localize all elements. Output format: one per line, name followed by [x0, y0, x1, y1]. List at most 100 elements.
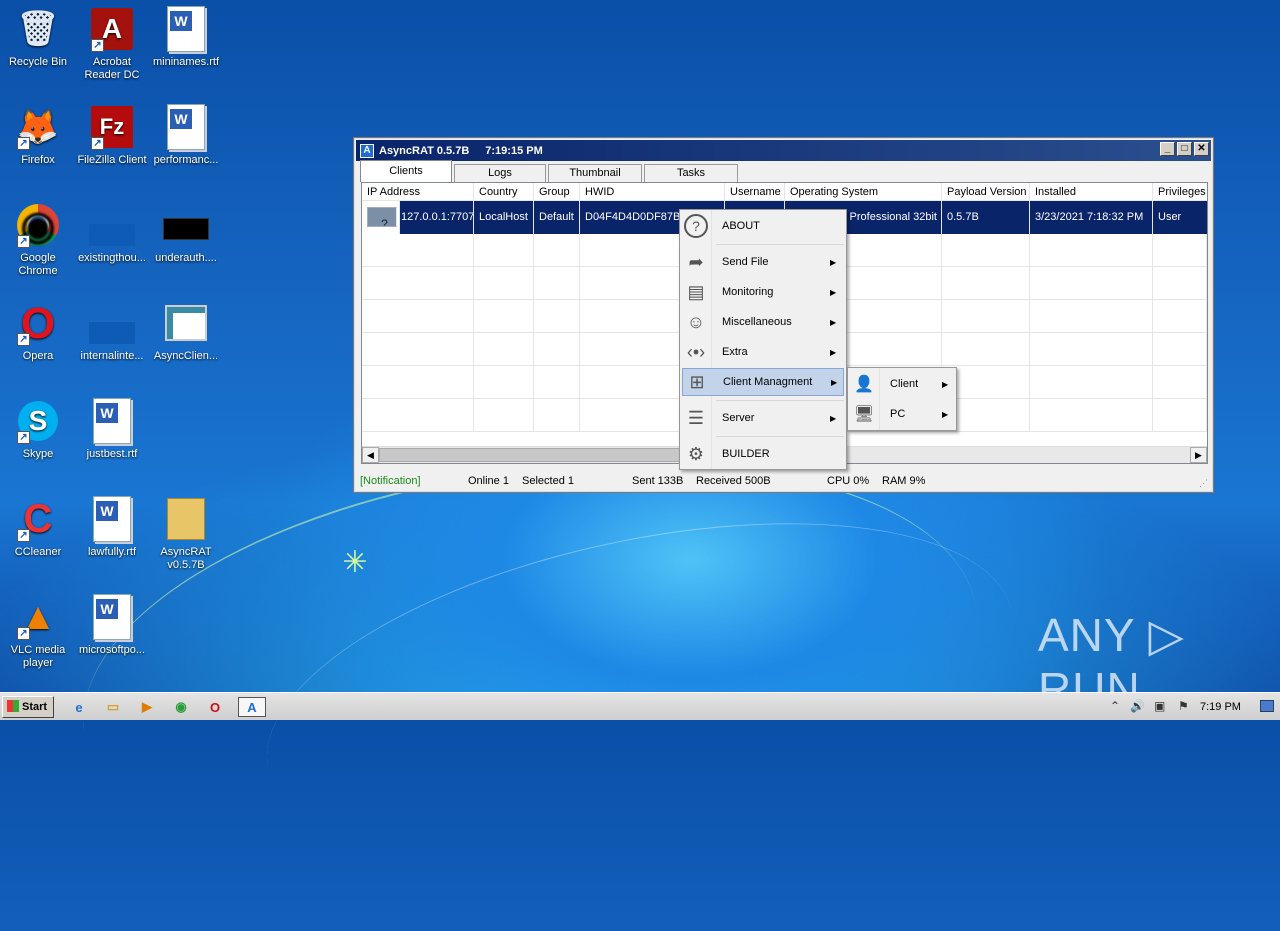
desktop-icon-label: mininames.rtf: [152, 56, 220, 68]
submenu-arrow-icon: ▶: [831, 377, 838, 387]
opera-taskbar-icon[interactable]: O: [204, 697, 226, 717]
desktop-icon[interactable]: C ↗ CCleaner: [0, 496, 76, 559]
column-ip-address[interactable]: IP Address: [362, 183, 474, 200]
network-icon[interactable]: ▣: [1154, 699, 1165, 713]
opera-icon: O ↗: [15, 300, 61, 346]
menu-item-extra[interactable]: ‹•› Extra ▶: [682, 338, 844, 366]
pc-icon: 🖥: [853, 406, 875, 423]
empty-cell: [474, 333, 534, 366]
desktop-icon[interactable]: Fz ↗ FileZilla Client: [74, 104, 150, 167]
action-center-flag-icon[interactable]: ⚑: [1178, 699, 1189, 713]
scroll-right-icon[interactable]: ▶: [1190, 447, 1207, 463]
submenu-arrow-icon: ▶: [942, 409, 949, 419]
desktop-icon-label: existingthou...: [78, 252, 146, 264]
column-privileges[interactable]: Privileges: [1153, 183, 1207, 200]
menu-item-server[interactable]: ☰ Server ▶: [682, 404, 844, 432]
scroll-thumb[interactable]: [379, 448, 699, 462]
desktop-icon[interactable]: ▲ ↗ VLC media player: [0, 594, 76, 670]
desktop-icon[interactable]: 🗑 Recycle Bin: [0, 6, 76, 69]
desktop-icon[interactable]: A ↗ Acrobat Reader DC: [74, 6, 150, 82]
acrobat-icon: A ↗: [89, 6, 135, 52]
windows-logo-icon: [7, 700, 19, 712]
menu-item-monitoring[interactable]: ▤ Monitoring ▶: [682, 278, 844, 306]
desktop-icon[interactable]: 🦊 ↗ Firefox: [0, 104, 76, 167]
asyncrat-taskbar-icon[interactable]: A: [238, 697, 266, 717]
empty-cell: [1153, 333, 1207, 366]
desktop-icon-label: VLC media player: [10, 644, 66, 669]
explorer-icon[interactable]: ▭: [102, 697, 124, 717]
window-time: 7:19:15 PM: [485, 144, 543, 157]
menu-item-miscellaneous[interactable]: ☺ Miscellaneous ▶: [682, 308, 844, 336]
empty-cell: [1030, 300, 1153, 333]
submenu-item-label: PC: [890, 408, 906, 420]
status-received: Received 500B: [696, 475, 771, 487]
column-hwid[interactable]: HWID: [580, 183, 725, 200]
submenu-arrow-icon: ▶: [830, 257, 837, 267]
menu-item-about[interactable]: ? ABOUT: [682, 212, 844, 240]
empty-cell: [1153, 366, 1207, 399]
resize-grip-icon[interactable]: ⋰: [1199, 479, 1209, 489]
column-country[interactable]: Country: [474, 183, 534, 200]
tab-thumbnail[interactable]: Thumbnail: [548, 164, 642, 182]
maximize-button[interactable]: □: [1177, 142, 1192, 156]
desktop-icon-label: FileZilla Client: [77, 154, 147, 166]
column-installed[interactable]: Installed: [1030, 183, 1153, 200]
menu-item-builder[interactable]: ⚙ BUILDER: [682, 440, 844, 468]
tab-logs[interactable]: Logs: [454, 164, 546, 182]
taskbar-clock[interactable]: 7:19 PM: [1200, 693, 1241, 721]
start-button[interactable]: Start: [2, 696, 54, 718]
title-bar[interactable]: A AsyncRAT 0.5.7B 7:19:15 PM: [356, 140, 1211, 161]
recycle-bin-icon: 🗑: [16, 9, 60, 48]
chrome-taskbar-icon[interactable]: ◉: [170, 697, 192, 717]
show-hidden-icons-icon[interactable]: ⌃: [1110, 699, 1120, 713]
ie-icon[interactable]: e: [68, 697, 90, 717]
desktop-icon[interactable]: ◉ ↗ Google Chrome: [0, 202, 76, 278]
menu-item-send-file[interactable]: ➦ Send File ▶: [682, 248, 844, 276]
submenu-item-pc[interactable]: 🖥 PC ▶: [850, 400, 954, 428]
word-doc-icon: W: [89, 594, 135, 640]
desktop-icon[interactable]: Wmicrosoftpo...: [74, 594, 150, 657]
tab-clients[interactable]: Clients: [360, 160, 452, 182]
blank-file-icon: [89, 300, 135, 346]
desktop-icon[interactable]: O ↗ Opera: [0, 300, 76, 363]
submenu-item-client[interactable]: 👤 Client ▶: [850, 370, 954, 398]
desktop-icon[interactable]: S ↗ Skype: [0, 398, 76, 461]
scroll-left-icon[interactable]: ◀: [362, 447, 379, 463]
cell-ip: 127.0.0.1:7707: [400, 201, 474, 234]
shortcut-arrow-icon: ↗: [91, 137, 104, 150]
desktop-icon[interactable]: existingthou...: [74, 202, 150, 265]
desktop-icon[interactable]: Wmininames.rtf: [148, 6, 224, 69]
desktop-icon-label: performanc...: [153, 154, 219, 166]
column-group[interactable]: Group: [534, 183, 580, 200]
desktop-icon[interactable]: AsyncRAT v0.5.7B: [148, 496, 224, 572]
empty-cell: [534, 333, 580, 366]
volume-icon[interactable]: 🔊: [1130, 699, 1145, 713]
desktop-icon[interactable]: Wlawfully.rtf: [74, 496, 150, 559]
column-username[interactable]: Username: [725, 183, 785, 200]
column-payload-version[interactable]: Payload Version: [942, 183, 1030, 200]
desktop-icon[interactable]: underauth....: [148, 202, 224, 265]
empty-cell: [534, 234, 580, 267]
word-doc-icon: W: [163, 6, 209, 52]
desktop-icon[interactable]: internalinte...: [74, 300, 150, 363]
close-button[interactable]: ✕: [1194, 142, 1209, 156]
desktop-icon-label: AsyncClien...: [153, 350, 219, 362]
menu-separator: [716, 400, 844, 401]
desktop-icon[interactable]: Wjustbest.rtf: [74, 398, 150, 461]
menu-item-label: Send File: [722, 256, 769, 268]
tab-tasks[interactable]: Tasks: [644, 164, 738, 182]
minimize-button[interactable]: _: [1160, 142, 1175, 156]
media-player-icon[interactable]: ▶: [136, 697, 158, 717]
menu-item-label: Extra: [722, 346, 748, 358]
menu-item-label: Client Managment: [723, 376, 813, 388]
column-operating-system[interactable]: Operating System: [785, 183, 942, 200]
cell-country: LocalHost: [474, 201, 534, 234]
show-desktop-icon[interactable]: [1260, 700, 1274, 712]
desktop-icon-label: underauth....: [155, 252, 217, 264]
desktop-icon[interactable]: Wperformanc...: [148, 104, 224, 167]
menu-item-client-managment[interactable]: ⊞ Client Managment ▶: [682, 368, 844, 396]
status-notification[interactable]: [Notification]: [360, 471, 421, 491]
empty-cell: [1030, 366, 1153, 399]
desktop-icon[interactable]: AsyncClien...: [148, 300, 224, 363]
desktop-icon-label: microsoftpo...: [78, 644, 146, 656]
